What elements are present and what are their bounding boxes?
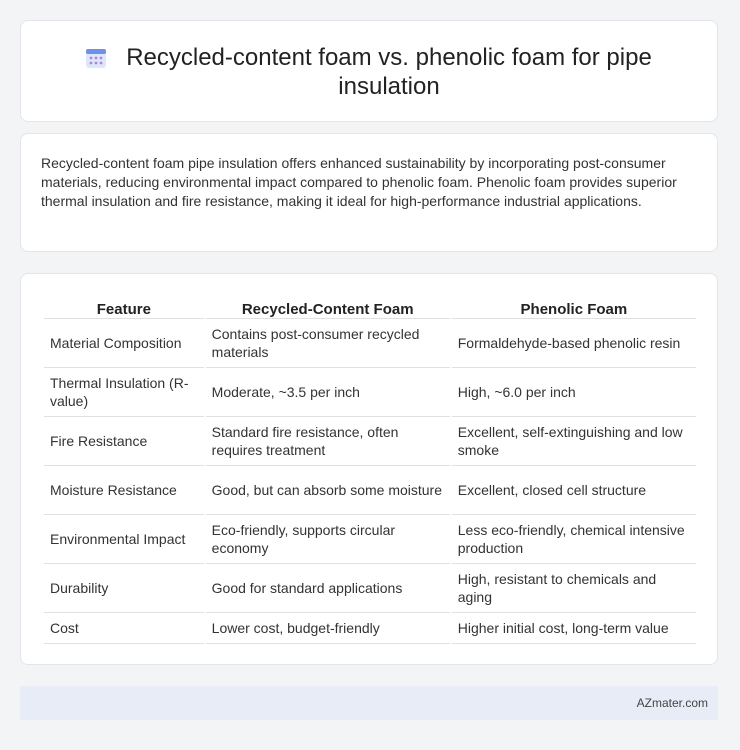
phenolic-cell: High, ~6.0 per inch xyxy=(451,368,696,417)
table-row: Thermal Insulation (R-value) Moderate, ~… xyxy=(44,368,696,417)
recycled-cell: Good, but can absorb some moisture xyxy=(205,466,450,515)
table-row: Cost Lower cost, budget-friendly Higher … xyxy=(44,613,696,644)
feature-cell: Durability xyxy=(44,564,204,613)
header-phenolic-foam: Phenolic Foam xyxy=(451,296,696,319)
phenolic-cell: Formaldehyde-based phenolic resin xyxy=(451,319,696,368)
phenolic-cell: Excellent, self-extinguishing and low sm… xyxy=(451,417,696,466)
feature-cell: Fire Resistance xyxy=(44,417,204,466)
table-header-row: Feature Recycled-Content Foam Phenolic F… xyxy=(44,296,696,319)
feature-cell: Moisture Resistance xyxy=(44,466,204,515)
footer-site-name: AZmater.com xyxy=(636,696,708,710)
table-row: Moisture Resistance Good, but can absorb… xyxy=(44,466,696,515)
header-feature: Feature xyxy=(44,296,204,319)
footer-bar: AZmater.com xyxy=(20,686,718,720)
recycled-cell: Moderate, ~3.5 per inch xyxy=(205,368,450,417)
table-row: Environmental Impact Eco-friendly, suppo… xyxy=(44,515,696,564)
comparison-card: Feature Recycled-Content Foam Phenolic F… xyxy=(20,273,718,665)
feature-cell: Environmental Impact xyxy=(44,515,204,564)
comparison-table: Feature Recycled-Content Foam Phenolic F… xyxy=(42,296,698,644)
phenolic-cell: Higher initial cost, long-term value xyxy=(451,613,696,644)
phenolic-cell: Excellent, closed cell structure xyxy=(451,466,696,515)
intro-paragraph: Recycled-content foam pipe insulation of… xyxy=(41,155,677,209)
intro-card: Recycled-content foam pipe insulation of… xyxy=(20,133,718,252)
recycled-cell: Good for standard applications xyxy=(205,564,450,613)
table-row: Durability Good for standard application… xyxy=(44,564,696,613)
recycled-cell: Eco-friendly, supports circular economy xyxy=(205,515,450,564)
feature-cell: Thermal Insulation (R-value) xyxy=(44,368,204,417)
title-card: Recycled-content foam vs. phenolic foam … xyxy=(20,20,718,122)
table-row: Material Composition Contains post-consu… xyxy=(44,319,696,368)
recycled-cell: Standard fire resistance, often requires… xyxy=(205,417,450,466)
table-row: Fire Resistance Standard fire resistance… xyxy=(44,417,696,466)
recycled-cell: Lower cost, budget-friendly xyxy=(205,613,450,644)
feature-cell: Cost xyxy=(44,613,204,644)
phenolic-cell: Less eco-friendly, chemical intensive pr… xyxy=(451,515,696,564)
header-recycled-foam: Recycled-Content Foam xyxy=(205,296,450,319)
page-title: Recycled-content foam vs. phenolic foam … xyxy=(126,44,652,100)
feature-cell: Material Composition xyxy=(44,319,204,368)
phenolic-cell: High, resistant to chemicals and aging xyxy=(451,564,696,613)
recycled-cell: Contains post-consumer recycled material… xyxy=(205,319,450,368)
